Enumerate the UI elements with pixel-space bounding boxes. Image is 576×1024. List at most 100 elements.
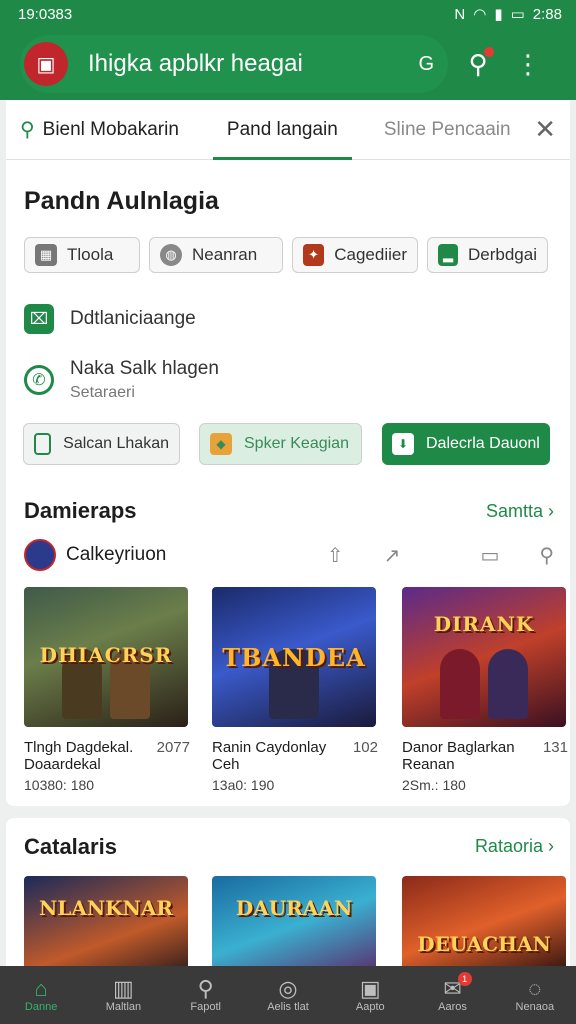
app-logo-icon: ▣: [24, 42, 68, 86]
section-title: Pandn Aulnlagia: [24, 187, 219, 215]
section-header: Damieraps: [24, 498, 137, 523]
nav-library[interactable]: ▥ Maltlan: [82, 966, 164, 1024]
share-icon[interactable]: ⇧: [327, 543, 344, 568]
catalog-art[interactable]: NLANKNAR: [24, 876, 188, 976]
download-icon: ⬇: [392, 433, 414, 455]
app-search-pill[interactable]: ▣ Ihigka apblkr heagai G: [20, 35, 448, 93]
status-right-time: 2:88: [532, 5, 562, 23]
trend-icon[interactable]: ↗: [384, 543, 401, 568]
see-all-label: Rataoria: [474, 836, 543, 856]
game-title-row: Tlngh Dagdekal. 2077: [24, 739, 198, 756]
whatsapp-icon: ✆: [24, 365, 54, 395]
notification-dot: [484, 46, 494, 57]
apps-icon: ▣: [359, 976, 381, 1001]
tab-active[interactable]: Pand langain: [212, 100, 352, 160]
nav-explore[interactable]: ◎ Aelis tlat: [247, 966, 329, 1024]
primary-button[interactable]: ⬇ Dalecrla Dauonl: [382, 423, 550, 465]
see-all-link[interactable]: Rataoria ›: [475, 836, 554, 857]
tab-label: Pand langain: [226, 118, 338, 140]
more-vert-icon[interactable]: ⋮: [508, 49, 548, 80]
download-icon: ▂: [438, 244, 458, 266]
nav-search[interactable]: ⚲ Fapotl: [165, 966, 247, 1024]
main-card: Pandn Aulnlagia ▦ Tloola ◍ Neanran ✦ Cag…: [6, 160, 570, 806]
notification-badge: 1: [457, 972, 472, 986]
nav-inbox[interactable]: ✉ 1 Aaros: [411, 966, 493, 1024]
game-art: TBANDEA: [212, 587, 376, 727]
chip-label: Derbdgai: [468, 245, 537, 264]
home-icon: ⌂: [34, 976, 48, 1001]
bottom-nav: ⌂ Danne ▥ Maltlan ⚲ Fapotl ◎ Aelis tlat …: [0, 966, 576, 1024]
search-icon[interactable]: ⚲: [458, 46, 498, 80]
status-bar: 19:0383 N ◠ ▮ ▭ 2:88: [0, 0, 576, 28]
list-item-subtitle: Setaraeri: [70, 384, 135, 401]
avatar[interactable]: [24, 539, 56, 571]
pin-icon[interactable]: ⚲: [539, 543, 554, 568]
wifi-icon: ◠: [473, 6, 487, 23]
catalog-card: Catalaris Rataoria › NLANKNAR DAURAAN DE…: [6, 818, 570, 978]
game-card[interactable]: TBANDEA Ranin Caydonlay 102 Ceh 13a0: 19…: [212, 587, 386, 793]
list-item[interactable]: ⌧ Ddtlaniciaange: [24, 304, 196, 334]
nav-label: Danne: [24, 1001, 58, 1013]
game-title: Ranin Caydonlay: [212, 739, 327, 756]
square-icon: [34, 433, 52, 455]
tools-icon: ▦: [35, 244, 57, 266]
nav-label: Maltlan: [105, 1001, 142, 1013]
nav-label: Aelis tlat: [267, 1001, 309, 1013]
game-meta: 10380: 180: [24, 777, 95, 793]
list-item-title: Ddtlaniciaange: [70, 308, 196, 329]
chip-download[interactable]: ▂ Derbdgai: [427, 237, 548, 273]
category-icon: ✦: [303, 244, 325, 266]
nav-label: Aaros: [438, 1001, 467, 1013]
nav-help[interactable]: ◌ Nenaoa: [494, 966, 576, 1024]
catalog-art[interactable]: DEUACHAN: [402, 876, 566, 976]
game-title-2: Doaardekal: [24, 756, 101, 773]
chip-shield[interactable]: ◍ Neanran: [149, 237, 283, 273]
game-title-2: Ceh: [212, 756, 240, 773]
game-title-row: Ranin Caydonlay 102: [212, 739, 386, 756]
nav-home[interactable]: ⌂ Danne: [0, 966, 82, 1024]
list-item[interactable]: ✆ Naka Salk hlagen Setaraeri: [24, 358, 219, 402]
close-icon[interactable]: ✕: [534, 114, 556, 145]
see-all-label: Samtta: [485, 501, 543, 521]
button-label: Spker Keagian: [244, 435, 349, 452]
nav-label: Nenaoa: [515, 1001, 555, 1013]
nav-apps[interactable]: ▣ Aapto: [329, 966, 411, 1024]
g-icon[interactable]: G: [418, 53, 434, 76]
game-meta: 13a0: 190: [212, 777, 275, 793]
tab-label: Bienl Mobakarin: [42, 118, 179, 140]
game-art-title: DIRANK: [433, 612, 535, 637]
help-icon: ◌: [528, 976, 542, 1001]
nav-label: Fapotl: [190, 1001, 221, 1013]
button-label: Salcan Lhakan: [63, 435, 169, 452]
see-all-link[interactable]: Samtta ›: [486, 501, 554, 522]
tab-bar: ⚲ Bienl Mobakarin Pand langain Sline Pen…: [6, 100, 570, 160]
nav-label: Aapto: [355, 1001, 385, 1013]
secondary-button[interactable]: Salcan Lhakan: [23, 423, 180, 465]
catalog-art[interactable]: DAURAAN: [212, 876, 376, 976]
character-figure: [488, 649, 528, 719]
game-title: Tlngh Dagdekal.: [24, 739, 134, 756]
game-icon: ◆: [210, 433, 232, 455]
tonal-button[interactable]: ◆ Spker Keagian: [199, 423, 362, 465]
section-header: Catalaris: [24, 834, 117, 859]
chip-tools[interactable]: ▦ Tloola: [24, 237, 140, 273]
catalog-art-title: NLANKNAR: [39, 896, 173, 920]
chip-category[interactable]: ✦ Cagediier: [292, 237, 418, 273]
tab-search[interactable]: ⚲ Bienl Mobakarin: [6, 100, 193, 160]
controller-icon[interactable]: ▭: [480, 543, 499, 568]
list-item-title: Naka Salk hlagen: [70, 358, 219, 379]
game-art-title: TBANDEA: [222, 643, 366, 672]
game-card[interactable]: DHIACRSR Tlngh Dagdekal. 2077 Doaardekal…: [24, 587, 198, 793]
tab-third[interactable]: Sline Pencaain: [370, 100, 525, 160]
button-label: Dalecrla Dauonl: [426, 435, 540, 452]
chip-label: Tloola: [67, 245, 114, 264]
shield-icon: ◍: [160, 244, 182, 266]
chevron-right-icon: ›: [548, 501, 554, 521]
game-title-row: Danor Baglarkan 131: [402, 739, 576, 756]
signal-icon: ▮: [494, 6, 503, 23]
gallery-icon: ⌧: [24, 304, 54, 334]
app-title: Ihigka apblkr heagai: [88, 50, 303, 77]
game-number: 102: [352, 739, 378, 756]
game-card[interactable]: DIRANK Danor Baglarkan 131 Reanan 2Sm.: …: [402, 587, 576, 793]
character-figure: [440, 649, 480, 719]
